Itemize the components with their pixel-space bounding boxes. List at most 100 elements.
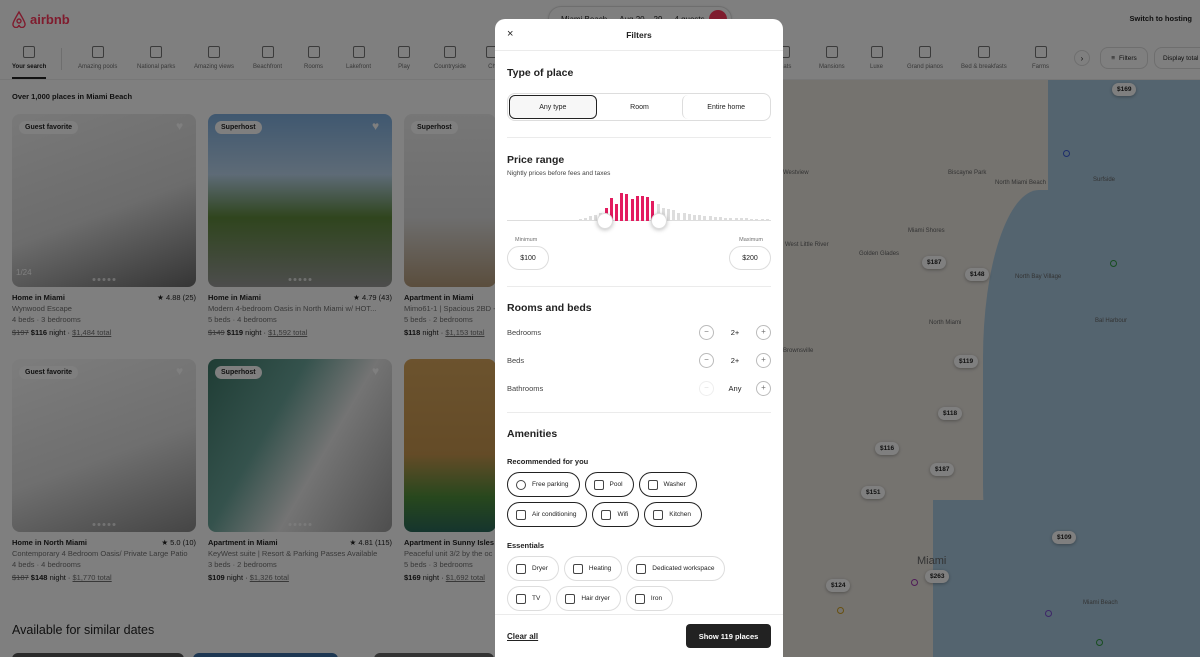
histogram-bar [568, 220, 572, 221]
type-of-place-segmented-control: Any type Room Entire home [507, 93, 771, 121]
price-range-subtext: Nightly prices before fees and taxes [507, 170, 611, 177]
amenity-chip-hair-dryer[interactable]: Hair dryer [556, 586, 621, 611]
amenity-chip-air-conditioning[interactable]: Air conditioning [507, 502, 588, 527]
price-range-section: Price range Nightly prices before fees a… [507, 138, 771, 270]
amenity-chip-wifi[interactable]: Wifi [592, 502, 640, 527]
histogram-bar [682, 212, 686, 221]
amenity-label: Pool [609, 481, 623, 488]
amenity-chip-tv[interactable]: TV [507, 586, 552, 611]
kitchen-icon [653, 509, 664, 520]
minus-icon[interactable]: − [699, 380, 714, 396]
plus-icon[interactable]: + [756, 324, 771, 340]
histogram-bar [573, 219, 577, 221]
amenity-label: Kitchen [669, 511, 691, 518]
histogram-bar [563, 220, 566, 221]
minimum-price-slider-handle[interactable] [596, 213, 613, 229]
price-labels: Minimum Maximum [507, 237, 771, 243]
show-places-button[interactable]: Show 119 places [686, 624, 771, 648]
amenity-label: Dryer [532, 565, 548, 572]
counter-value: 2+ [730, 327, 740, 337]
histogram-bar [745, 218, 748, 221]
close-icon[interactable]: × [507, 29, 513, 40]
counter-row-bathrooms: Bathrooms − Any + [507, 374, 771, 402]
histogram-bar [698, 215, 702, 221]
amenity-label: Washer [663, 481, 686, 488]
histogram-bar [625, 194, 629, 221]
histogram-bar [760, 219, 764, 221]
price-inputs: $100 $200 [507, 246, 771, 270]
modal-header: × Filters [495, 19, 783, 51]
histogram-bar [713, 216, 717, 221]
minimum-label: Minimum [515, 237, 538, 243]
modal-title: Filters [626, 30, 652, 40]
modal-body[interactable]: Type of place Any type Room Entire home … [495, 52, 783, 614]
histogram-bar [750, 218, 754, 221]
amenity-chip-pool[interactable]: Pool [584, 472, 634, 497]
amenity-chip-free-parking[interactable]: Free parking [507, 472, 580, 497]
dryer-icon [516, 563, 526, 574]
amenity-label: Dedicated workspace [652, 565, 715, 572]
histogram-bar [693, 214, 696, 221]
maximum-price-input[interactable]: $200 [729, 246, 771, 270]
amenity-chip-washer[interactable]: Washer [638, 472, 697, 497]
recommended-amenities: Free parking Pool Washer Air conditioning Wi… [507, 472, 771, 527]
minimum-price-input[interactable]: $100 [507, 246, 549, 270]
beds-stepper: − 2+ + [699, 352, 771, 368]
minus-icon[interactable]: − [699, 352, 714, 368]
amenity-chip-iron[interactable]: Iron [625, 586, 674, 611]
histogram-bar [646, 197, 650, 221]
clear-all-button[interactable]: Clear all [507, 632, 538, 641]
amenity-label: Wifi [617, 511, 629, 518]
rooms-and-beds-section: Rooms and beds Bedrooms −2+ + Beds −2+ + Bathr… [507, 287, 771, 402]
amenity-label: Heating [588, 565, 612, 572]
histogram-bar [578, 218, 582, 221]
counter-value: Any [728, 383, 742, 393]
histogram-bar [708, 215, 712, 221]
histogram-bar [703, 215, 707, 221]
counter-row-beds: Beds − 2+ + [507, 346, 771, 374]
thermometer-icon [572, 563, 583, 574]
maximum-label: Maximum [739, 237, 763, 243]
minus-icon[interactable]: − [699, 324, 714, 340]
counter-label: Beds [507, 355, 525, 365]
room-counters: Bedrooms − 2+ + Beds − 2+ + Bathrooms − Any + [507, 318, 771, 402]
counter-value: 2+ [730, 355, 740, 365]
rooms-and-beds-heading: Rooms and beds [507, 302, 592, 314]
amenities-section: Amenities Recommended for you Free parki… [507, 413, 771, 611]
washer-icon [647, 479, 658, 490]
snowflake-icon [516, 509, 526, 520]
counter-label: Bathrooms [507, 383, 544, 393]
iron-icon [634, 593, 645, 604]
type-option-entire-home[interactable]: Entire home [682, 95, 769, 119]
plus-icon[interactable]: + [756, 352, 771, 368]
maximum-price-slider-handle[interactable] [650, 213, 667, 229]
type-of-place-section: Type of place Any type Room Entire home [507, 52, 771, 121]
amenity-label: TV [532, 595, 541, 602]
bedrooms-stepper: − 2+ + [699, 324, 771, 340]
type-option-room[interactable]: Room [597, 95, 683, 119]
essential-amenities: Dryer Heating Dedicated workspace TV Hair dr… [507, 556, 771, 611]
pool-icon [593, 479, 604, 490]
amenity-chip-dryer[interactable]: Dryer [507, 556, 559, 581]
amenity-chip-kitchen[interactable]: Kitchen [644, 502, 702, 527]
histogram-bar [739, 218, 743, 221]
plus-icon[interactable]: + [756, 380, 771, 396]
amenities-heading: Amenities [507, 428, 558, 440]
histogram-bar [630, 198, 634, 221]
amenity-chip-dedicated-workspace[interactable]: Dedicated workspace [627, 556, 726, 581]
histogram-bar [677, 212, 681, 221]
histogram-bar [641, 195, 644, 221]
type-option-any-type[interactable]: Any type [509, 95, 597, 119]
amenity-chip-heating[interactable]: Heating [563, 556, 623, 581]
price-range-heading: Price range [507, 154, 565, 166]
modal-footer: Clear all Show 119 places [495, 614, 783, 657]
counter-label: Bedrooms [507, 327, 542, 337]
amenity-label: Air conditioning [532, 511, 577, 518]
counter-row-bedrooms: Bedrooms − 2+ + [507, 318, 771, 346]
search-results-page: airbnb Miami Beach Aug 20 – 29 4 guests … [0, 0, 1200, 657]
histogram-bar [755, 218, 759, 221]
tv-icon [516, 593, 526, 604]
amenity-label: Hair dryer [581, 595, 610, 602]
histogram-bar [687, 213, 691, 221]
histogram-bar [620, 193, 624, 221]
